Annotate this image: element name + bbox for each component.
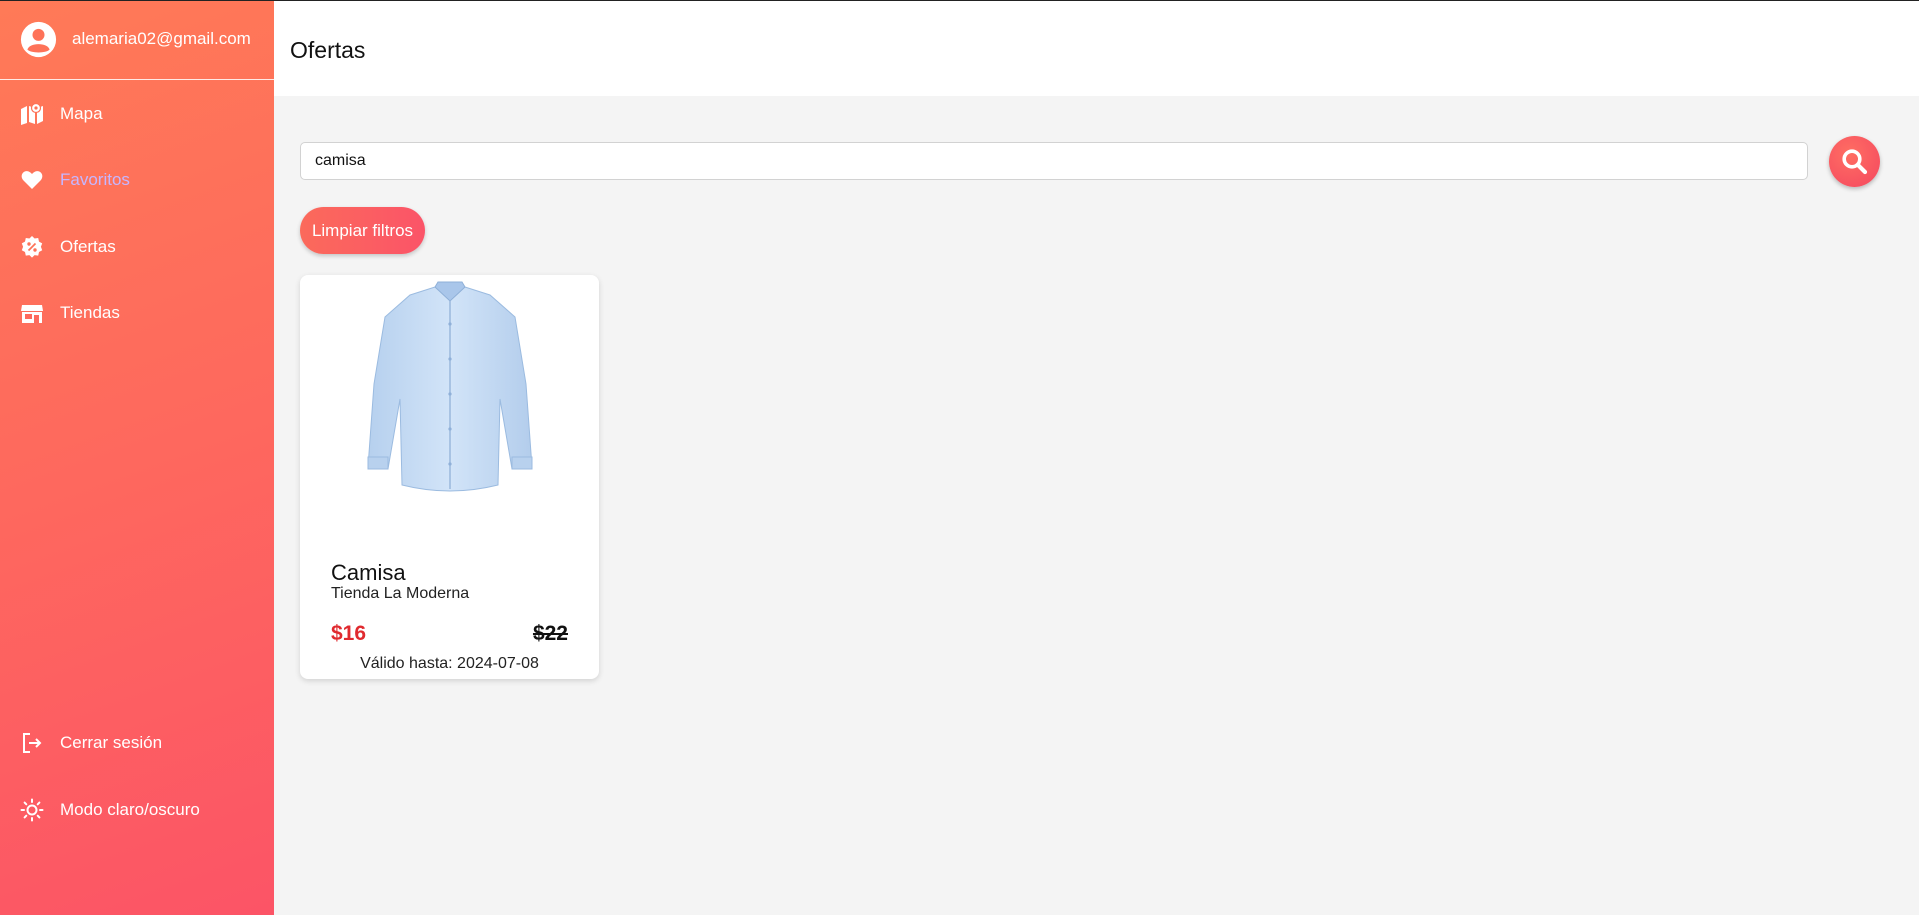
- search-button[interactable]: [1829, 136, 1880, 187]
- logout-icon: [23, 733, 42, 753]
- sidebar-item-tiendas[interactable]: Tiendas: [0, 292, 274, 332]
- page-title: Ofertas: [290, 37, 366, 63]
- theme-toggle-label: Modo claro/oscuro: [60, 800, 200, 819]
- heart-icon: [21, 171, 43, 189]
- page-header: Ofertas: [274, 1, 1919, 96]
- store-name: Tienda La Moderna: [331, 585, 470, 602]
- product-name: Camisa: [331, 560, 406, 585]
- sidebar-item-label: Favoritos: [60, 170, 130, 189]
- sidebar-item-label: Tiendas: [60, 303, 120, 322]
- map-icon: [21, 102, 43, 125]
- top-border: [0, 0, 1919, 1]
- offer-card[interactable]: Camisa Tienda La Moderna $16 $22 Válido …: [300, 275, 599, 679]
- clear-filters-button[interactable]: Limpiar filtros: [300, 207, 425, 254]
- search-icon: [1842, 149, 1868, 175]
- theme-toggle-button[interactable]: Modo claro/oscuro: [0, 789, 274, 829]
- search-box: [300, 142, 1808, 180]
- discount-badge-icon: [21, 236, 43, 258]
- user-email: alemaria02@gmail.com: [72, 29, 251, 48]
- sidebar-item-label: Ofertas: [60, 237, 116, 256]
- logout-button[interactable]: Cerrar sesión: [0, 722, 274, 762]
- original-price: $22: [532, 622, 568, 645]
- product-image: [367, 281, 533, 492]
- valid-until: Válido hasta: 2024-07-08: [360, 655, 539, 672]
- offer-price: $16: [331, 622, 367, 645]
- search-input[interactable]: [301, 143, 1807, 179]
- user-avatar-icon: [20, 21, 57, 58]
- sidebar-item-favoritos[interactable]: Favoritos: [0, 159, 274, 199]
- logout-label: Cerrar sesión: [60, 733, 163, 752]
- user-profile[interactable]: alemaria02@gmail.com: [0, 0, 274, 80]
- store-icon: [21, 305, 43, 323]
- sidebar-item-mapa[interactable]: Mapa: [0, 93, 274, 133]
- sidebar-item-ofertas[interactable]: Ofertas: [0, 226, 274, 266]
- sidebar-item-label: Mapa: [60, 104, 103, 123]
- sidebar: alemaria02@gmail.com Mapa Favoritos Ofer…: [0, 0, 274, 915]
- sun-icon: [20, 798, 44, 822]
